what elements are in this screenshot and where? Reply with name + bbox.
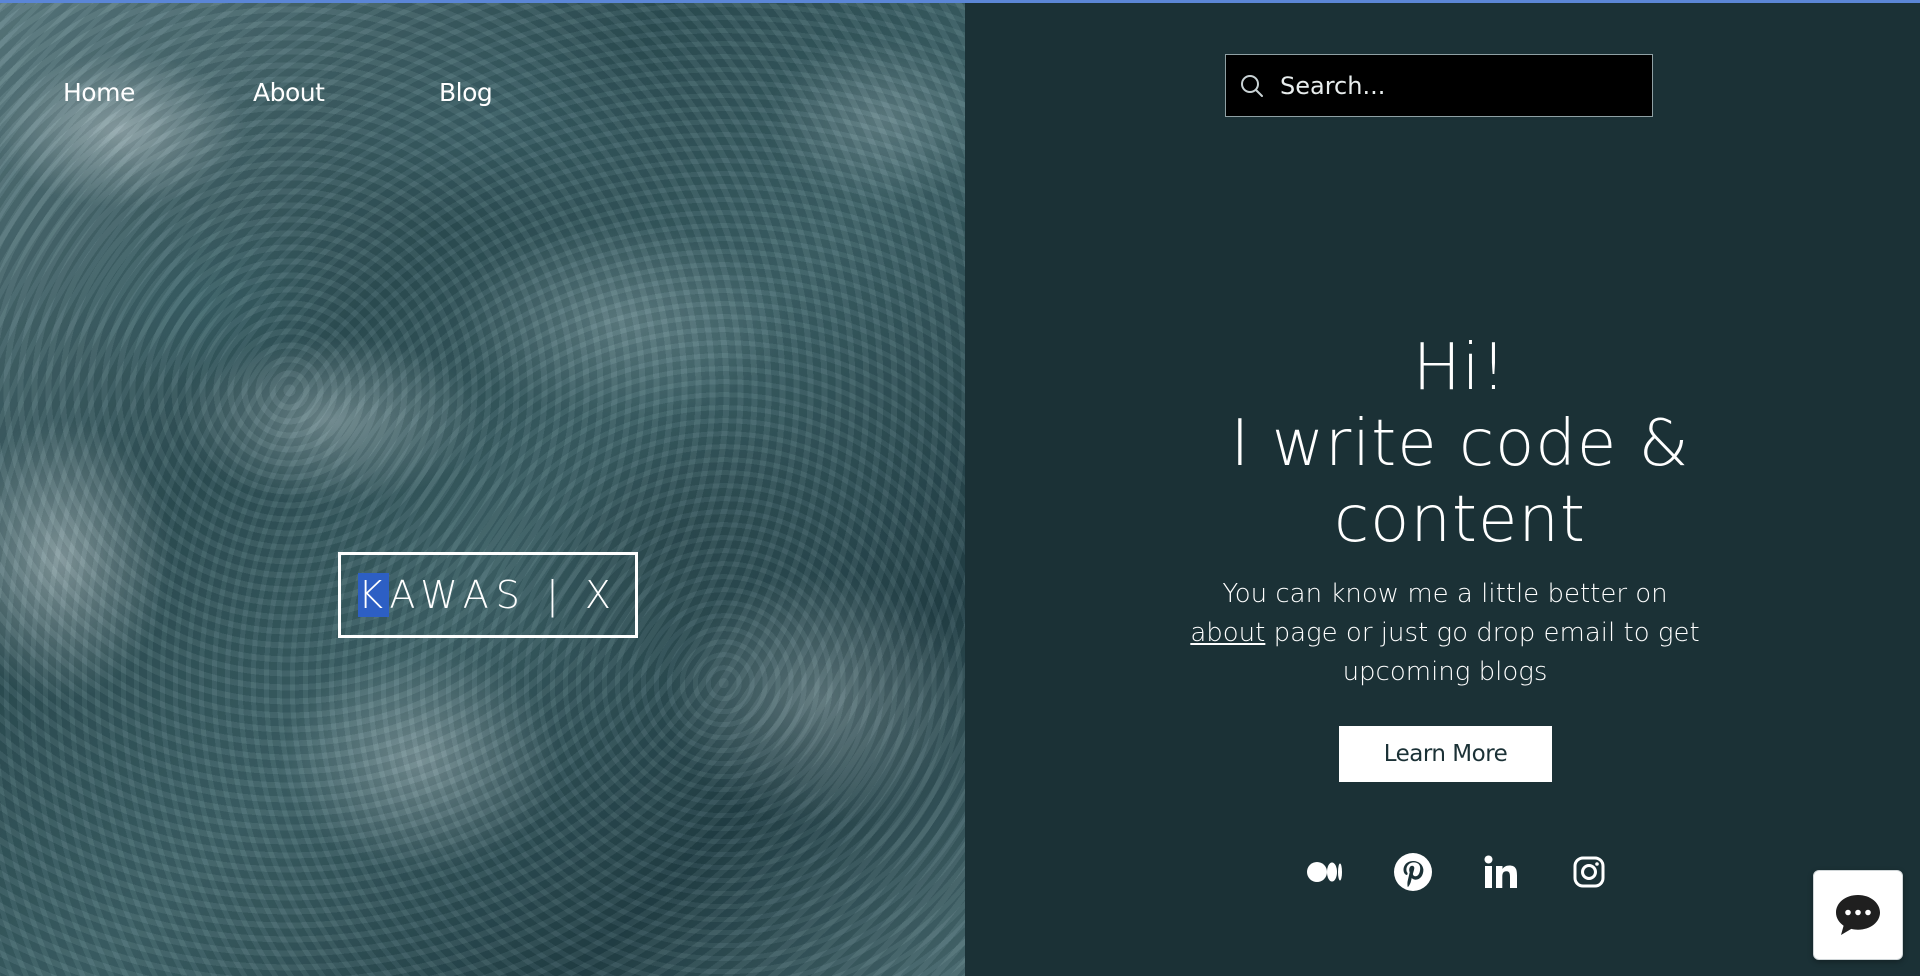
chat-bubble-icon xyxy=(1836,895,1880,935)
selected-text: K xyxy=(358,573,390,617)
main-nav: Home About Blog xyxy=(63,78,493,107)
hero-text-after: page or just go drop email to get upcomi… xyxy=(1273,618,1700,687)
site-logo-text: KAWAS | X xyxy=(358,573,618,617)
hero-text-before: You can know me a little better on xyxy=(1222,579,1668,609)
ocean-background-image xyxy=(0,0,965,976)
top-loading-bar xyxy=(0,0,1920,3)
instagram-icon[interactable] xyxy=(1569,852,1609,892)
hero-title-line-2: I write code & xyxy=(1230,407,1690,481)
search-bar[interactable] xyxy=(1225,54,1653,117)
hero-title-line-1: Hi! xyxy=(1412,331,1508,405)
pinterest-icon[interactable] xyxy=(1393,852,1433,892)
site-logo[interactable]: KAWAS | X xyxy=(338,552,638,638)
hero-description: You can know me a little better on about… xyxy=(1190,575,1700,692)
nav-home-link[interactable]: Home xyxy=(63,78,253,107)
learn-more-button[interactable]: Learn More xyxy=(1339,726,1552,782)
chat-button[interactable] xyxy=(1813,870,1903,960)
social-bar xyxy=(1305,852,1609,892)
search-icon xyxy=(1226,54,1278,117)
search-input[interactable] xyxy=(1278,70,1642,101)
logo-rest-text: AWAS | X xyxy=(389,573,618,617)
hero-image-panel: Home About Blog KAWAS | X xyxy=(0,0,965,976)
hero-title-line-3: content xyxy=(1333,483,1587,557)
hero-heading-block: Hi! I write code & content xyxy=(1200,330,1720,558)
linkedin-icon[interactable] xyxy=(1481,852,1521,892)
nav-blog-link[interactable]: Blog xyxy=(439,78,493,107)
medium-icon[interactable] xyxy=(1305,852,1345,892)
nav-about-link[interactable]: About xyxy=(253,78,439,107)
about-link[interactable]: about xyxy=(1190,618,1265,648)
